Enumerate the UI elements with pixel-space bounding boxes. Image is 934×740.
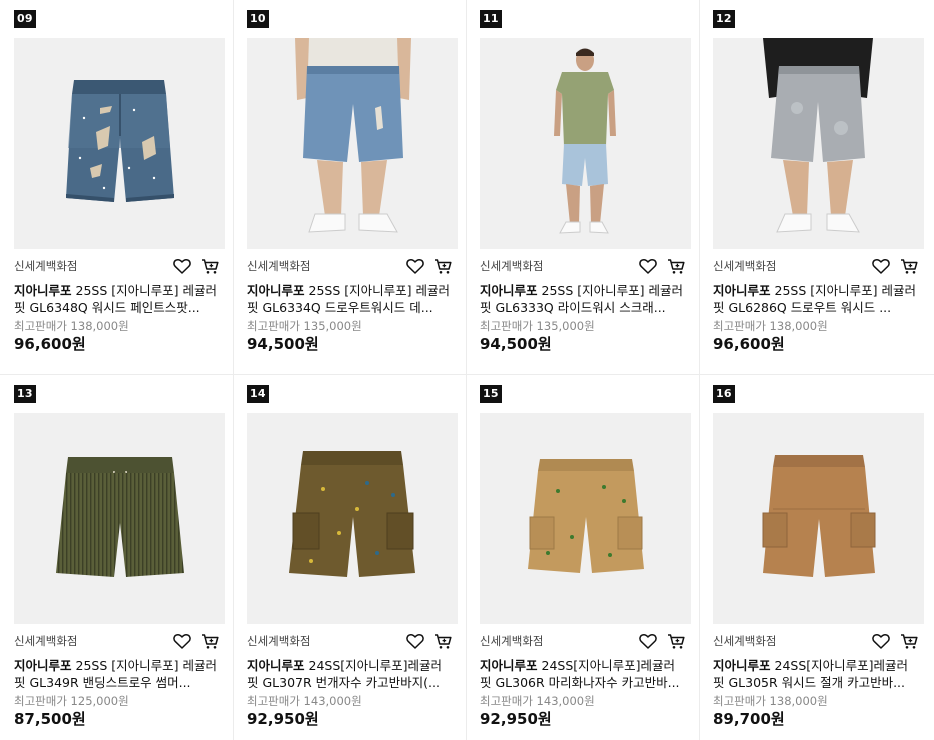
product-brand: 지아니루포 <box>480 658 538 673</box>
cart-icon[interactable] <box>200 256 220 276</box>
cart-icon[interactable] <box>433 631 453 651</box>
heart-icon[interactable] <box>638 631 658 651</box>
seller-name: 신세계백화점 <box>14 634 78 648</box>
product-card[interactable]: 09 신세계백화점 지아니루포 25SS [지아니루포] 레귤러핏 GL6348… <box>0 0 232 374</box>
cart-icon[interactable] <box>899 256 919 276</box>
rank-badge: 14 <box>247 385 269 403</box>
product-image[interactable] <box>14 38 225 249</box>
heart-icon[interactable] <box>405 631 425 651</box>
product-image[interactable] <box>713 38 924 249</box>
sale-price: 94,500원 <box>480 335 552 353</box>
seller-name: 신세계백화점 <box>480 634 544 648</box>
rank-badge: 15 <box>480 385 502 403</box>
product-brand: 지아니루포 <box>247 283 305 298</box>
rank-badge: 16 <box>713 385 735 403</box>
product-brand: 지아니루포 <box>14 658 72 673</box>
sale-price: 96,600원 <box>713 335 785 353</box>
seller-name: 신세계백화점 <box>14 259 78 273</box>
seller-name: 신세계백화점 <box>247 634 311 648</box>
heart-icon[interactable] <box>172 631 192 651</box>
product-grid: 09 신세계백화점 지아니루포 25SS [지아니루포] 레귤러핏 GL6348… <box>0 0 934 740</box>
product-card[interactable]: 11 신세계백화점 지아니루포 25SS [지아니루포] 레귤러핏 GL6333… <box>466 0 698 374</box>
original-price: 최고판매가 125,000원 <box>14 694 129 708</box>
seller-name: 신세계백화점 <box>713 259 777 273</box>
product-title[interactable]: 지아니루포 25SS [지아니루포] 레귤러핏 GL6334Q 드로우트워시드 … <box>247 282 453 316</box>
product-card[interactable]: 14 신세계백화점 지아니루포 24SS[지아니루포]레귤러핏 GL307R 번… <box>233 375 465 740</box>
heart-icon[interactable] <box>871 256 891 276</box>
original-price: 최고판매가 143,000원 <box>480 694 595 708</box>
cart-icon[interactable] <box>200 631 220 651</box>
sale-price: 89,700원 <box>713 710 785 728</box>
product-brand: 지아니루포 <box>247 658 305 673</box>
sale-price: 87,500원 <box>14 710 86 728</box>
cart-icon[interactable] <box>666 256 686 276</box>
original-price: 최고판매가 138,000원 <box>713 319 828 333</box>
product-title[interactable]: 지아니루포 24SS[지아니루포]레귤러핏 GL307R 번개자수 카고반바지(… <box>247 657 453 691</box>
product-title[interactable]: 지아니루포 25SS [지아니루포] 레귤러핏 GL349R 밴딩스트로우 썸머… <box>14 657 220 691</box>
seller-name: 신세계백화점 <box>713 634 777 648</box>
sale-price: 92,950원 <box>480 710 552 728</box>
rank-badge: 13 <box>14 385 36 403</box>
sale-price: 94,500원 <box>247 335 319 353</box>
product-brand: 지아니루포 <box>480 283 538 298</box>
original-price: 최고판매가 138,000원 <box>713 694 828 708</box>
rank-badge: 09 <box>14 10 36 28</box>
heart-icon[interactable] <box>638 256 658 276</box>
product-brand: 지아니루포 <box>713 283 771 298</box>
product-title[interactable]: 지아니루포 25SS [지아니루포] 레귤러핏 GL6348Q 워시드 페인트스… <box>14 282 220 316</box>
product-image[interactable] <box>247 38 458 249</box>
product-image[interactable] <box>14 413 225 624</box>
product-image[interactable] <box>247 413 458 624</box>
product-title[interactable]: 지아니루포 25SS [지아니루포] 레귤러핏 GL6286Q 드로우트 워시드… <box>713 282 919 316</box>
original-price: 최고판매가 138,000원 <box>14 319 129 333</box>
seller-name: 신세계백화점 <box>480 259 544 273</box>
heart-icon[interactable] <box>871 631 891 651</box>
cart-icon[interactable] <box>899 631 919 651</box>
rank-badge: 12 <box>713 10 735 28</box>
sale-price: 96,600원 <box>14 335 86 353</box>
product-card[interactable]: 15 신세계백화점 지아니루포 24SS[지아니루포]레귤러핏 GL306R 마… <box>466 375 698 740</box>
product-title[interactable]: 지아니루포 25SS [지아니루포] 레귤러핏 GL6333Q 라이드워시 스크… <box>480 282 686 316</box>
product-card[interactable]: 12 신세계백화점 지아니루포 25SS [지아니루포] 레귤러핏 GL6286… <box>699 0 931 374</box>
sale-price: 92,950원 <box>247 710 319 728</box>
product-title[interactable]: 지아니루포 24SS[지아니루포]레귤러핏 GL305R 워시드 절개 카고반바… <box>713 657 919 691</box>
product-image[interactable] <box>713 413 924 624</box>
heart-icon[interactable] <box>405 256 425 276</box>
product-brand: 지아니루포 <box>14 283 72 298</box>
heart-icon[interactable] <box>172 256 192 276</box>
rank-badge: 11 <box>480 10 502 28</box>
product-title[interactable]: 지아니루포 24SS[지아니루포]레귤러핏 GL306R 마리화나자수 카고반바… <box>480 657 686 691</box>
product-card[interactable]: 10 신세계백화점 지아니루포 25SS [지아니루포] 레귤러핏 GL6334… <box>233 0 465 374</box>
product-card[interactable]: 16 신세계백화점 지아니루포 24SS[지아니루포]레귤러핏 GL305R 워… <box>699 375 931 740</box>
product-image[interactable] <box>480 413 691 624</box>
rank-badge: 10 <box>247 10 269 28</box>
original-price: 최고판매가 135,000원 <box>480 319 595 333</box>
cart-icon[interactable] <box>666 631 686 651</box>
cart-icon[interactable] <box>433 256 453 276</box>
product-brand: 지아니루포 <box>713 658 771 673</box>
product-card[interactable]: 13 신세계백화점 지아니루포 25SS [지아니루포] 레귤러핏 GL349R… <box>0 375 232 740</box>
original-price: 최고판매가 143,000원 <box>247 694 362 708</box>
original-price: 최고판매가 135,000원 <box>247 319 362 333</box>
product-image[interactable] <box>480 38 691 249</box>
seller-name: 신세계백화점 <box>247 259 311 273</box>
